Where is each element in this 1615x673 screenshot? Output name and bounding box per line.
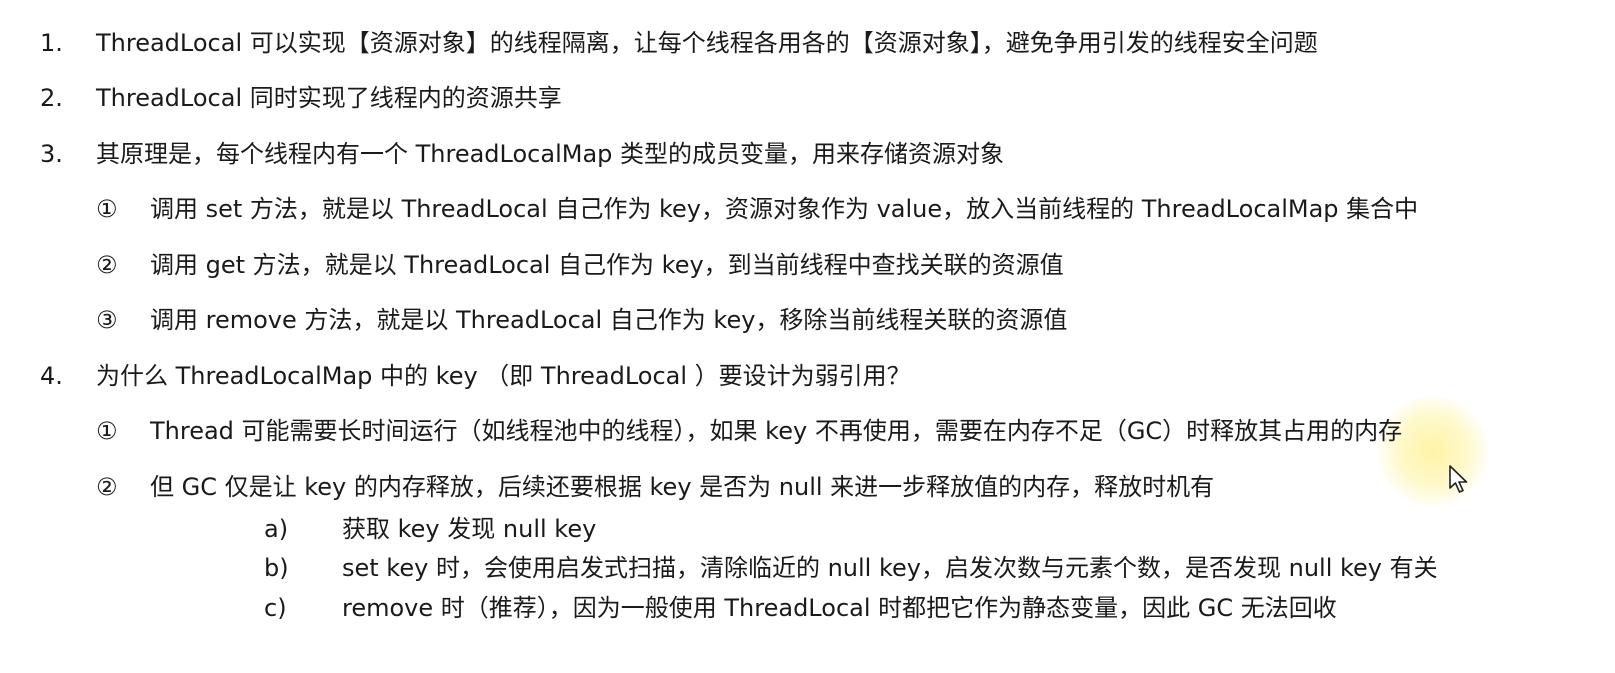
sub-number: ①: [96, 417, 118, 445]
list-text: 其原理是，每个线程内有一个 ThreadLocalMap 类型的成员变量，用来存…: [96, 140, 1005, 168]
sub-text: 调用 remove 方法，就是以 ThreadLocal 自己作为 key，移除…: [150, 306, 1068, 334]
sub-sub-letter: a): [264, 515, 289, 543]
list-text: 为什么 ThreadLocalMap 中的 key （即 ThreadLocal…: [96, 362, 911, 390]
sub-number: ③: [96, 306, 118, 334]
document-page: 1. ThreadLocal 可以实现【资源对象】的线程隔离，让每个线程各用各的…: [0, 0, 1615, 673]
sub-number: ①: [96, 195, 118, 223]
list-number: 4.: [40, 362, 63, 390]
sub-number: ②: [96, 251, 118, 279]
sub-text: 调用 set 方法，就是以 ThreadLocal 自己作为 key，资源对象作…: [150, 195, 1419, 223]
list-number: 3.: [40, 140, 63, 168]
sub-text: 调用 get 方法，就是以 ThreadLocal 自己作为 key，到当前线程…: [150, 251, 1064, 279]
list-text: ThreadLocal 同时实现了线程内的资源共享: [96, 84, 562, 112]
list-number: 1.: [40, 29, 63, 57]
sub-sub-text: 获取 key 发现 null key: [342, 515, 597, 543]
sub-sub-text: remove 时（推荐），因为一般使用 ThreadLocal 时都把它作为静态…: [342, 594, 1337, 622]
sub-sub-text: set key 时，会使用启发式扫描，清除临近的 null key，启发次数与元…: [342, 554, 1438, 582]
cursor-highlight: [1378, 396, 1488, 506]
sub-sub-letter: b): [264, 554, 289, 582]
mouse-pointer-icon: [1449, 465, 1468, 493]
sub-sub-letter: c): [264, 594, 287, 622]
sub-text: Thread 可能需要长时间运行（如线程池中的线程），如果 key 不再使用，需…: [150, 417, 1403, 445]
sub-number: ②: [96, 473, 118, 501]
list-number: 2.: [40, 84, 63, 112]
list-text: ThreadLocal 可以实现【资源对象】的线程隔离，让每个线程各用各的【资源…: [96, 29, 1318, 57]
sub-text: 但 GC 仅是让 key 的内存释放，后续还要根据 key 是否为 null 来…: [150, 473, 1215, 501]
